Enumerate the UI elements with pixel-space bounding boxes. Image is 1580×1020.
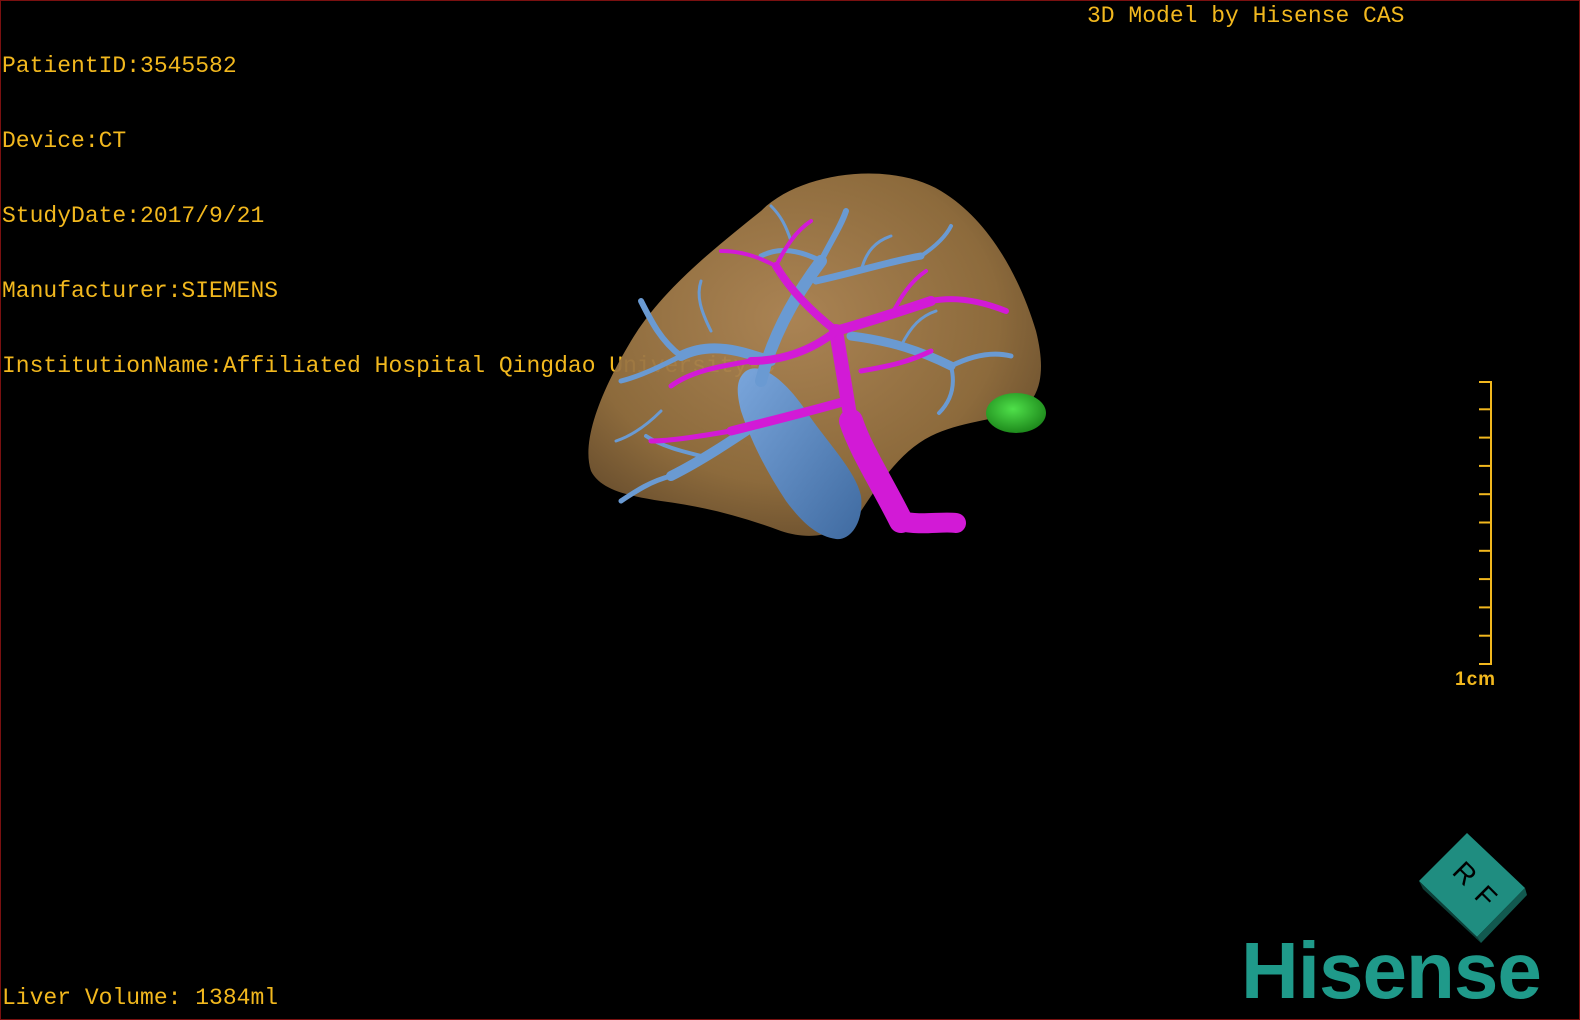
3d-viewport[interactable]: PatientID:3545582 Device:CT StudyDate:20… [0,0,1580,1020]
scale-label: 1cm [1455,669,1497,690]
patient-id: PatientID:3545582 [2,53,237,79]
liver-3d-model[interactable] [561,151,1081,571]
lesion [986,393,1046,433]
model-title: 3D Model by Hisense CAS [1087,3,1405,29]
liver-volume: Liver Volume: 1384ml [2,985,279,1011]
hisense-logo: Hisense [1241,926,1542,1015]
scale-bar [1479,381,1492,665]
